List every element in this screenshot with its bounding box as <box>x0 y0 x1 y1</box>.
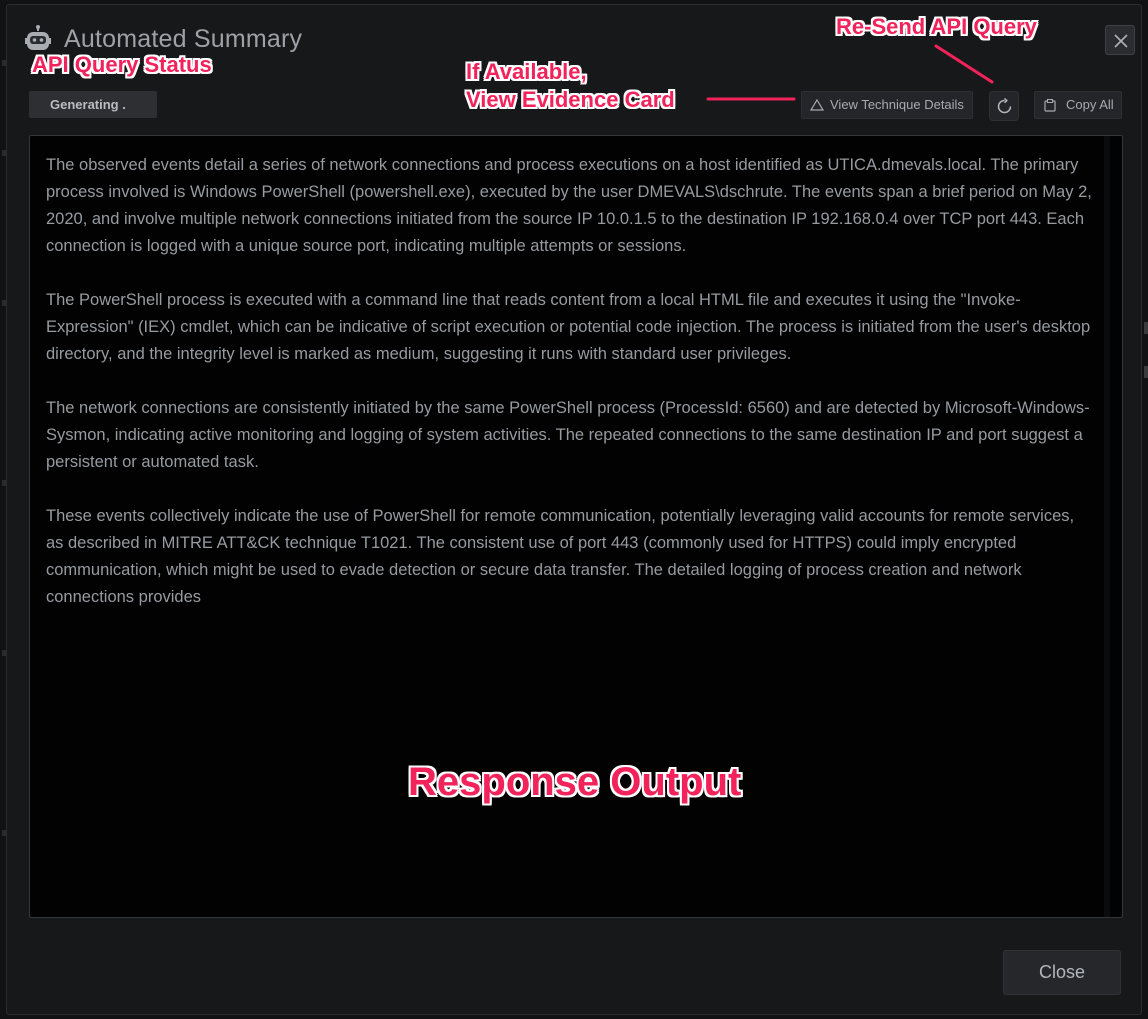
annotation-api-status: API Query Status <box>32 52 212 77</box>
response-paragraph: The network connections are consistently… <box>46 399 1090 471</box>
backdrop-mark <box>1144 322 1148 334</box>
annotation-evidence-line1: If Available, <box>466 59 587 84</box>
response-paragraph: The observed events detail a series of n… <box>46 156 1092 255</box>
status-badge: Generating . <box>29 91 157 118</box>
annotation-evidence: If Available, View Evidence Card <box>466 58 675 114</box>
annotation-resend: Re-Send API Query <box>836 14 1037 39</box>
copy-all-button[interactable]: Copy All <box>1034 91 1122 119</box>
response-paragraph: The PowerShell process is executed with … <box>46 291 1091 363</box>
close-dialog-button[interactable] <box>1105 25 1135 55</box>
triangle-warning-icon <box>810 99 824 111</box>
close-icon <box>1114 34 1128 48</box>
view-technique-details-label: View Technique Details <box>830 97 964 112</box>
view-technique-details-button[interactable]: View Technique Details <box>801 91 973 119</box>
copy-all-label: Copy All <box>1066 97 1114 112</box>
response-text: The observed events detail a series of n… <box>46 152 1096 638</box>
close-button[interactable]: Close <box>1003 950 1121 995</box>
automated-summary-dialog: Automated Summary Generating . View Tech… <box>6 4 1142 1015</box>
robot-icon <box>25 25 51 53</box>
clipboard-icon <box>1044 99 1056 112</box>
response-paragraph: These events collectively indicate the u… <box>46 507 1075 606</box>
annotation-evidence-line2: View Evidence Card <box>466 87 675 112</box>
backdrop-mark <box>1144 366 1148 378</box>
dialog-title: Automated Summary <box>64 25 303 53</box>
refresh-icon <box>997 98 1012 114</box>
response-scrollbar[interactable] <box>1104 136 1110 917</box>
resend-query-button[interactable] <box>989 91 1019 121</box>
annotation-response-output: Response Output <box>408 760 742 804</box>
